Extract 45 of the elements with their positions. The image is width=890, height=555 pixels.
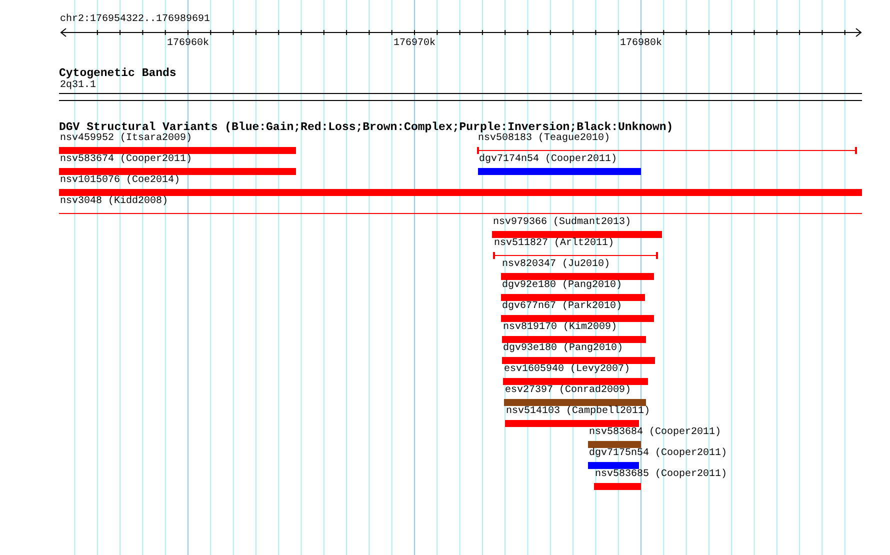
- band-label: 2q31.1: [60, 80, 96, 92]
- variant-interval[interactable]: [477, 147, 857, 154]
- variant-label[interactable]: nsv511827 (Arlt2011): [494, 238, 614, 250]
- variant-label[interactable]: nsv583685 (Cooper2011): [595, 469, 728, 481]
- variant-label[interactable]: nsv3048 (Kidd2008): [60, 196, 168, 208]
- variant-label[interactable]: nsv583674 (Cooper2011): [60, 154, 192, 166]
- variant-label[interactable]: nsv820347 (Ju2010): [502, 259, 610, 271]
- variant-label[interactable]: nsv819170 (Kim2009): [503, 322, 618, 334]
- variant-bar[interactable]: [501, 294, 645, 301]
- variant-label[interactable]: esv1605940 (Levy2007): [504, 364, 630, 376]
- variant-label[interactable]: esv27397 (Conrad2009): [505, 385, 632, 397]
- variant-bar[interactable]: [501, 315, 654, 322]
- variant-label[interactable]: dgv93e180 (Pang2010): [503, 343, 624, 355]
- variant-bar[interactable]: [59, 147, 296, 154]
- variant-bar[interactable]: [501, 273, 654, 280]
- variant-label[interactable]: dgv92e180 (Pang2010): [502, 280, 622, 292]
- variant-bar[interactable]: [502, 357, 655, 364]
- variant-label[interactable]: dgv677n67 (Park2010): [502, 301, 622, 313]
- variant-bar[interactable]: [503, 378, 648, 385]
- variant-label[interactable]: nsv979366 (Sudmant2013): [493, 217, 632, 229]
- variant-label[interactable]: dgv7175n54 (Cooper2011): [589, 448, 728, 460]
- variant-label[interactable]: dgv7174n54 (Cooper2011): [479, 154, 618, 166]
- track-title: Cytogenetic Bands: [59, 67, 176, 80]
- position-label: chr2:176954322..176989691: [60, 14, 210, 26]
- track-title: DGV Structural Variants (Blue:Gain;Red:Loss;Brown:Complex;Purple:Inversion;Black:Unknown): [59, 121, 674, 134]
- variant-bar[interactable]: [588, 462, 639, 469]
- variant-line[interactable]: [59, 213, 862, 214]
- variant-bar[interactable]: [492, 231, 662, 238]
- variant-bar[interactable]: [505, 420, 639, 427]
- variant-bar[interactable]: [588, 441, 641, 448]
- variant-label[interactable]: nsv508183 (Teague2010): [478, 133, 610, 145]
- variant-label[interactable]: nsv1015076 (Coe2014): [60, 175, 180, 187]
- variant-interval[interactable]: [493, 252, 658, 259]
- scale-tick-label: 176970k: [394, 38, 436, 50]
- variant-label[interactable]: nsv514103 (Campbell2011): [506, 406, 650, 418]
- variant-bar[interactable]: [59, 189, 862, 196]
- variant-bar[interactable]: [594, 483, 641, 490]
- scale-tick-label: 176960k: [167, 38, 209, 50]
- variant-bar[interactable]: [504, 399, 646, 406]
- variant-bar[interactable]: [502, 336, 646, 343]
- scale-tick-label: 176980k: [620, 38, 662, 50]
- variant-bar[interactable]: [478, 168, 641, 175]
- variant-bar[interactable]: [59, 168, 296, 175]
- variant-label[interactable]: nsv459952 (Itsara2009): [60, 133, 192, 145]
- variant-label[interactable]: nsv583684 (Cooper2011): [589, 427, 722, 439]
